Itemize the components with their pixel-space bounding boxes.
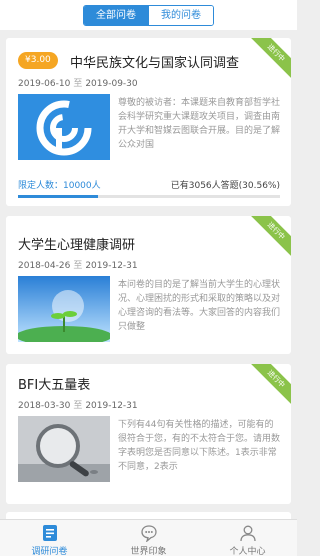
tab-my-surveys[interactable]: 我的问卷 bbox=[148, 6, 213, 25]
survey-card[interactable]: 进行中 BFI大五量表 2018-03-30 至 2019-12-31 下列有44句… bbox=[6, 364, 291, 504]
status-ribbon: 进行中 bbox=[246, 38, 291, 83]
survey-thumbnail bbox=[18, 416, 110, 482]
bottom-tab-bar: 调研问卷 世界印象 个人中心 bbox=[0, 519, 297, 556]
start-date: 2018-04-26 bbox=[18, 261, 71, 271]
end-date: 2019-12-31 bbox=[85, 401, 138, 411]
survey-card[interactable]: 进行中 大学生心理健康调研 2018-04-26 至 2019-12-31 本问卷的… bbox=[6, 216, 291, 354]
end-date: 2019-09-30 bbox=[85, 79, 138, 89]
survey-description: 本问卷的目的是了解当前大学生的心理状况、心理困扰的形式和采取的策略以及对心理咨询… bbox=[118, 280, 281, 332]
top-bar: 全部问卷 我的问卷 bbox=[0, 0, 297, 30]
survey-filter-tabs: 全部问卷 我的问卷 bbox=[83, 5, 214, 26]
survey-dates: 2019-06-10 至 2019-09-30 bbox=[18, 76, 138, 89]
survey-dates: 2018-03-30 至 2019-12-31 bbox=[18, 398, 138, 411]
tab-personal-center[interactable]: 个人中心 bbox=[198, 520, 297, 556]
tab-label: 个人中心 bbox=[229, 547, 266, 556]
progress-fill bbox=[18, 195, 99, 198]
survey-thumbnail bbox=[18, 276, 110, 342]
survey-title: BFI大五量表 bbox=[18, 378, 91, 393]
survey-thumbnail bbox=[18, 94, 110, 160]
status-ribbon: 进行中 bbox=[246, 216, 291, 261]
survey-description: 尊敬的被访者：本课题来自教育部哲学社会科学研究重大课题攻关项目，调查由南开大学和… bbox=[118, 98, 281, 150]
quota-text: 限定人数：10000人 bbox=[18, 181, 101, 191]
start-date: 2018-03-30 bbox=[18, 401, 71, 411]
date-separator: 至 bbox=[73, 79, 83, 89]
person-icon bbox=[239, 525, 256, 542]
survey-card[interactable]: 进行中 ¥3.00 中华民族文化与国家认同调查 2019-06-10 至 2019-… bbox=[6, 38, 291, 206]
tab-label: 世界印象 bbox=[130, 547, 167, 556]
blue-logo-icon bbox=[18, 94, 110, 160]
progress-bar bbox=[18, 195, 280, 198]
tab-label: 调研问卷 bbox=[31, 547, 68, 556]
survey-dates: 2018-04-26 至 2019-12-31 bbox=[18, 258, 138, 271]
survey-icon bbox=[42, 525, 57, 541]
end-date: 2019-12-31 bbox=[85, 261, 138, 271]
survey-title: 大学生心理健康调研 bbox=[18, 238, 136, 253]
date-separator: 至 bbox=[73, 261, 83, 271]
survey-description: 下列有44句有关性格的描述，可能有的很符合于您，有的不太符合于您。请用数字表明您… bbox=[118, 420, 281, 472]
tab-survey[interactable]: 调研问卷 bbox=[0, 520, 99, 556]
chat-bubble-icon bbox=[140, 525, 157, 542]
tab-all-surveys[interactable]: 全部问卷 bbox=[84, 6, 148, 25]
sprout-in-sky-photo bbox=[18, 276, 110, 342]
start-date: 2019-06-10 bbox=[18, 79, 71, 89]
date-separator: 至 bbox=[73, 401, 83, 411]
answered-text: 已有3056人答题(30.56%) bbox=[170, 181, 280, 191]
magnifier-photo bbox=[18, 416, 110, 482]
reward-badge: ¥3.00 bbox=[18, 52, 58, 69]
status-ribbon: 进行中 bbox=[246, 364, 291, 409]
tab-world-impression[interactable]: 世界印象 bbox=[99, 520, 198, 556]
survey-title: 中华民族文化与国家认同调查 bbox=[70, 56, 240, 71]
